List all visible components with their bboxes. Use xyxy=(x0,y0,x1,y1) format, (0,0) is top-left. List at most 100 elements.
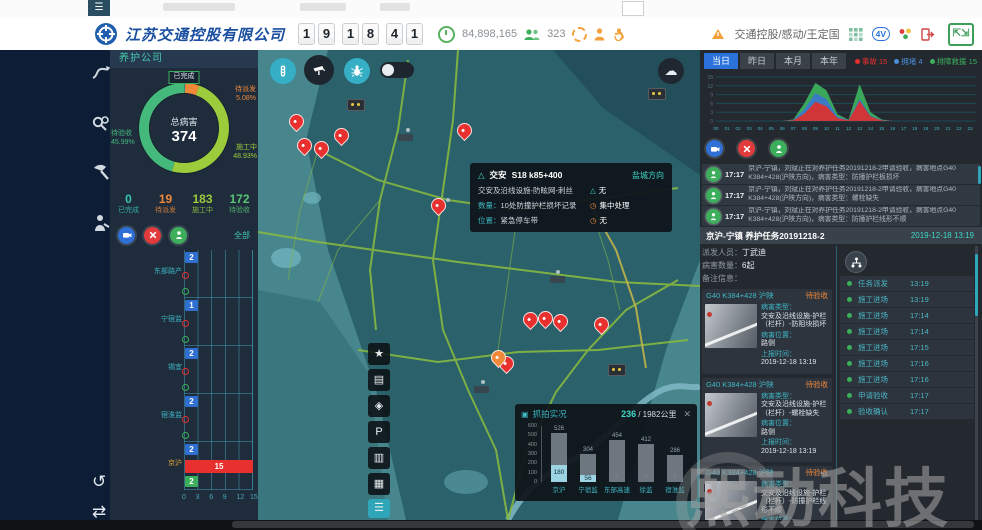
snapshot-total-label: 286 xyxy=(663,448,687,454)
undo-icon[interactable]: ↺ xyxy=(92,472,106,492)
nav-route-icon[interactable] xyxy=(90,62,112,84)
defect-card[interactable]: G40 K384+428 沪陕待验收病害类型：交安及沿线设施-护栏（栏杆）-螺栓… xyxy=(702,378,832,463)
scrollbar-thumb[interactable] xyxy=(975,254,978,316)
tab-当日[interactable]: 当日 xyxy=(704,53,738,69)
area-series-拥堵 xyxy=(716,93,970,121)
map-tool-3[interactable]: P xyxy=(368,421,390,443)
red-bar[interactable]: 15 xyxy=(185,460,253,473)
swap-icon[interactable]: ⇄ xyxy=(92,502,106,522)
card-field-label: 上报时间： xyxy=(761,439,829,448)
timeline-row[interactable]: 施工进场17:14 xyxy=(840,324,974,339)
snapshot-total-label: 304 xyxy=(576,447,600,453)
blue-bar[interactable]: 2 xyxy=(185,396,198,407)
card-header: G40 K384+428 沪陕待验收 xyxy=(702,466,832,479)
patrol-toggle[interactable] xyxy=(380,62,414,78)
accessibility-icon[interactable] xyxy=(612,28,625,41)
filter-repair-button[interactable] xyxy=(738,140,755,157)
snapshot-xlabel: 东部高速 xyxy=(602,484,632,494)
defect-photo[interactable] xyxy=(705,304,757,348)
timeline-row[interactable]: 验收确认17:17 xyxy=(840,404,974,419)
map-tool-0[interactable]: ★ xyxy=(368,343,390,365)
filter-repair-button[interactable] xyxy=(144,227,161,244)
scrollbar-thumb[interactable] xyxy=(978,166,981,184)
blue-bar[interactable]: 2 xyxy=(185,252,198,263)
event-row[interactable]: 17:17京沪-宁镇，刘斌正在对养护任务20191218-2申请验收，病害地点G… xyxy=(702,206,980,226)
filter-worker-button[interactable] xyxy=(170,227,187,244)
online-count: 323 xyxy=(547,28,565,40)
card-field-value: 交安及沿线设施-护栏（栏杆）-螺栓缺失 xyxy=(761,401,829,418)
grid-apps-icon[interactable] xyxy=(849,28,863,41)
timeline-row[interactable]: 施工进场17:14 xyxy=(840,308,974,323)
defect-card[interactable]: G40 K384+428 沪陕待验收病害类型：交安及沿线设施-护栏（栏杆）-防阻… xyxy=(702,289,832,374)
stat-label: 已完成 xyxy=(110,206,147,215)
blue-bar[interactable]: 1 xyxy=(185,300,198,311)
filter-all-link[interactable]: 全部 xyxy=(234,230,250,241)
map-tool-5[interactable]: ▦ xyxy=(368,473,390,495)
callout-acceptance: 待验收45.99% xyxy=(111,130,135,147)
event-row[interactable]: 17:17京沪-宁镇，刘斌正在对养护任务20191218-2申请验收，病害地点G… xyxy=(702,164,980,184)
stat-待验收: 172待验收 xyxy=(221,192,258,224)
defect-card[interactable]: G40 K384+428 沪陕待验收病害类型：交安及沿线设施-护栏（栏杆）-防撞… xyxy=(702,466,832,520)
map-tool-1[interactable]: ▤ xyxy=(368,369,390,391)
filter-camera-button[interactable] xyxy=(118,227,135,244)
snapshot-total-label: 454 xyxy=(605,433,629,439)
timeline-row[interactable]: 申请验收17:17 xyxy=(840,388,974,403)
x-axis-tick: 9 xyxy=(223,494,227,501)
timeline-label: 施工进场 xyxy=(858,294,910,305)
event-row[interactable]: 17:17京沪-宁镇，刘斌正在对养护任务20191218-2申请验收，病害地点G… xyxy=(702,185,980,205)
resize-window-icon[interactable]: ⇱⇲ xyxy=(948,23,974,46)
cctv-button[interactable] xyxy=(304,55,334,85)
mileage-stat: 84,898,165 xyxy=(462,28,517,40)
legend-拥堵: 拥堵 4 xyxy=(894,56,922,67)
filter-worker-button[interactable] xyxy=(770,140,787,157)
close-icon[interactable]: ✕ xyxy=(683,409,691,420)
legend-dot xyxy=(855,59,860,64)
traffic-light-button[interactable] xyxy=(270,58,296,84)
filter-camera-button[interactable] xyxy=(706,140,723,157)
logout-icon[interactable] xyxy=(921,28,935,41)
timeline-row[interactable]: 施工进场17:16 xyxy=(840,356,974,371)
task-field: 备注信息： xyxy=(702,272,832,285)
defect-bug-button[interactable] xyxy=(344,58,370,84)
blue-bar[interactable]: 2 xyxy=(185,348,198,359)
gear-icon[interactable] xyxy=(572,27,587,42)
left-filter-row: 全部 xyxy=(110,224,258,246)
timeline-time: 13:19 xyxy=(910,279,929,288)
tab-本月[interactable]: 本月 xyxy=(776,53,810,69)
timeline-row[interactable]: 施工进场13:19 xyxy=(840,292,974,307)
field-label: 派发人员： xyxy=(702,246,742,259)
card-stake: G40 K384+428 沪陕 xyxy=(702,379,774,390)
green-bar[interactable]: 2 xyxy=(185,476,198,487)
workflow-icon[interactable] xyxy=(845,251,867,273)
hamburger-menu-icon[interactable]: ☰ xyxy=(88,0,110,16)
map-menu-icon[interactable]: ☰ xyxy=(368,499,390,518)
nav-repair-icon[interactable] xyxy=(90,162,112,184)
defect-photo[interactable] xyxy=(705,393,757,437)
snapshot-xlabel: 京沪 xyxy=(544,484,574,494)
timeline-row[interactable]: 施工进场17:16 xyxy=(840,372,974,387)
map-tool-2[interactable]: ◈ xyxy=(368,395,390,417)
timeline-row[interactable]: 施工进场17:15 xyxy=(840,340,974,355)
tooltip-row-label: 数量： xyxy=(478,201,501,210)
timeline-row[interactable]: 任务派发13:19 xyxy=(840,276,974,291)
tab-昨日[interactable]: 昨日 xyxy=(740,53,774,69)
stat-label: 待验收 xyxy=(221,206,258,215)
event-text: 京沪-宁镇，刘斌正在对养护任务20191218-2申请验收，病害地点G40 K3… xyxy=(748,207,980,225)
bar-group-label: 东部路产 xyxy=(112,266,182,276)
nav-inspect-icon[interactable] xyxy=(90,112,112,134)
blue-bar[interactable]: 2 xyxy=(185,444,198,455)
svg-text:18: 18 xyxy=(912,126,918,131)
nav-worker-icon[interactable] xyxy=(90,212,112,234)
event-time: 17:17 xyxy=(725,170,744,179)
snapshot-total-label: 526 xyxy=(547,426,571,432)
task-title: 京沪-宁镇 养护任务20191218-2 xyxy=(700,230,825,242)
weather-cloud-button[interactable]: ☁ xyxy=(658,58,684,84)
tooltip-row-text: 数量：10处防撞护栏损坏记录 xyxy=(478,200,590,211)
defect-photo[interactable] xyxy=(705,481,757,520)
tab-本年[interactable]: 本年 xyxy=(812,53,846,69)
4v-badge[interactable]: 4V xyxy=(872,27,890,41)
province-map[interactable]: ☁ △ 交安 S18 k85+400 盐城方向 交安及沿线设施-防眩网-刺丝△无… xyxy=(258,50,700,520)
person-icon[interactable] xyxy=(594,28,605,41)
map-tool-4[interactable]: ▥ xyxy=(368,447,390,469)
tooltip-row: 交安及沿线设施-防眩网-刺丝△无 xyxy=(478,185,664,196)
